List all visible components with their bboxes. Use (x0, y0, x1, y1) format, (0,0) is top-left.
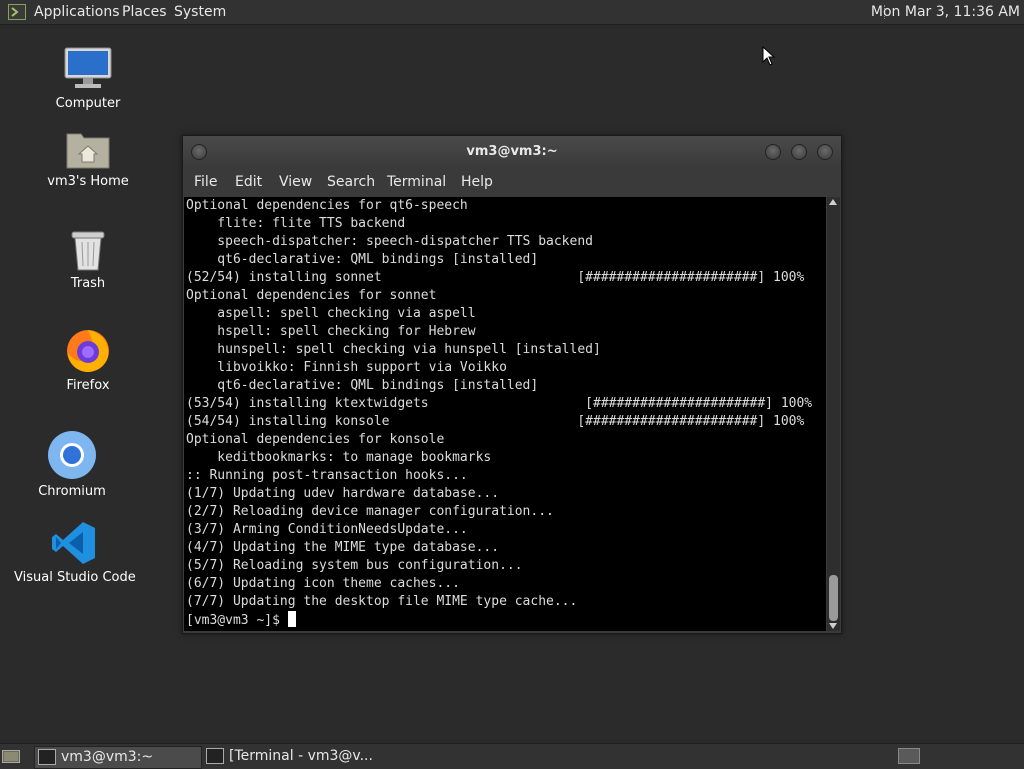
terminal-line: Optional dependencies for konsole (186, 432, 445, 447)
terminal-line: (52/54) installing sonnet [#############… (186, 270, 805, 285)
desktop-icon-home[interactable]: vm3's Home (28, 128, 148, 189)
taskbar-item-label: [Terminal - vm3@v... (229, 748, 373, 764)
terminal-line: Optional dependencies for qt6-speech (186, 198, 468, 213)
terminal-prompt-line[interactable]: [vm3@vm3 ~]$ (184, 611, 826, 629)
scroll-up-arrow-icon[interactable] (829, 199, 837, 205)
menu-search[interactable]: Search (327, 168, 375, 196)
terminal-line: keditbookmarks: to manage bookmarks (186, 450, 492, 465)
desktop-icon-label: vm3's Home (47, 174, 129, 189)
desktop-icon-firefox[interactable]: Firefox (28, 326, 148, 393)
terminal-icon (38, 749, 56, 765)
computer-icon (64, 47, 112, 88)
desktop-icon-computer[interactable]: Computer (28, 46, 148, 111)
places-menu[interactable]: Places (122, 0, 167, 24)
vscode-icon (52, 522, 95, 564)
minimize-button[interactable] (765, 144, 781, 160)
terminal-line: (5/7) Reloading system bus configuration… (186, 558, 523, 573)
terminal-line: :: Running post-transaction hooks... (186, 468, 468, 483)
mouse-pointer-icon (762, 46, 776, 66)
desktop-icon-trash[interactable]: Trash (28, 228, 148, 291)
chromium-icon (48, 431, 96, 479)
terminal-line: hunspell: spell checking via hunspell [i… (186, 342, 601, 357)
terminal-window: vm3@vm3:~ File Edit View Search Terminal… (182, 135, 842, 634)
terminal-line: libvoikko: Finnish support via Voikko (186, 360, 507, 375)
show-desktop-icon[interactable] (2, 748, 20, 764)
terminal-icon (206, 748, 224, 764)
desktop-icon-label: Computer (55, 96, 121, 111)
bottom-panel: vm3@vm3:~ [Terminal - vm3@v... (0, 743, 1024, 769)
applications-menu[interactable]: Applications (34, 0, 120, 24)
applications-logo-icon[interactable] (8, 4, 26, 20)
terminal-line: qt6-declarative: QML bindings [installed… (186, 378, 539, 393)
desktop-icon-chromium[interactable]: Chromium (12, 430, 132, 499)
terminal-line: (3/7) Arming ConditionNeedsUpdate... (186, 522, 468, 537)
workspace-switcher[interactable] (898, 748, 920, 764)
terminal-line: aspell: spell checking via aspell (186, 306, 476, 321)
terminal-line: (54/54) installing konsole [############… (186, 414, 805, 429)
taskbar-item-terminal-active[interactable]: vm3@vm3:~ (34, 746, 202, 769)
window-titlebar[interactable]: vm3@vm3:~ (183, 136, 841, 168)
terminal-line: Optional dependencies for sonnet (186, 288, 437, 303)
desktop-icon-label: Trash (70, 276, 106, 291)
firefox-icon (67, 330, 109, 372)
menu-terminal[interactable]: Terminal (387, 168, 446, 196)
maximize-button[interactable] (791, 144, 807, 160)
terminal-scrollbar[interactable] (827, 197, 840, 631)
scroll-down-arrow-icon[interactable] (829, 623, 837, 629)
desktop-icon-vscode[interactable]: Visual Studio Code (14, 520, 136, 585)
shell-prompt: [vm3@vm3 ~]$ (186, 613, 288, 628)
trash-icon (71, 231, 105, 271)
terminal-line: qt6-declarative: QML bindings [installed… (186, 252, 539, 267)
top-panel: Applications Places System Mon Mar 3, 11… (0, 0, 1024, 25)
terminal-line: (2/7) Reloading device manager configura… (186, 504, 554, 519)
home-folder-icon (66, 133, 110, 169)
system-menu[interactable]: System (174, 0, 226, 24)
terminal-output[interactable]: Optional dependencies for qt6-speech fli… (184, 197, 826, 631)
text-cursor (287, 611, 296, 627)
terminal-line: hspell: spell checking for Hebrew (186, 324, 476, 339)
window-title: vm3@vm3:~ (466, 144, 558, 159)
terminal-menubar: File Edit View Search Terminal Help (183, 168, 841, 196)
taskbar-item-terminal[interactable]: [Terminal - vm3@v... (203, 746, 373, 767)
scrollbar-thumb[interactable] (829, 575, 838, 621)
desktop-icon-label: Visual Studio Code (14, 570, 136, 585)
terminal-line: (53/54) installing ktextwidgets [#######… (186, 396, 813, 411)
taskbar-item-label: vm3@vm3:~ (61, 749, 154, 765)
terminal-line: (7/7) Updating the desktop file MIME typ… (186, 594, 578, 609)
clock[interactable]: Mon Mar 3, 11:36 AM (871, 0, 1020, 24)
desktop-icon-label: Chromium (38, 484, 106, 499)
terminal-line: (4/7) Updating the MIME type database... (186, 540, 500, 555)
menu-edit[interactable]: Edit (235, 168, 262, 196)
menu-view[interactable]: View (279, 168, 312, 196)
terminal-line: flite: flite TTS backend (186, 216, 406, 231)
close-button[interactable] (817, 144, 833, 160)
menu-help[interactable]: Help (461, 168, 493, 196)
terminal-line: speech-dispatcher: speech-dispatcher TTS… (186, 234, 593, 249)
terminal-line: (1/7) Updating udev hardware database... (186, 486, 500, 501)
desktop-icon-label: Firefox (66, 378, 110, 393)
menu-file[interactable]: File (194, 168, 217, 196)
terminal-line: (6/7) Updating icon theme caches... (186, 576, 460, 591)
